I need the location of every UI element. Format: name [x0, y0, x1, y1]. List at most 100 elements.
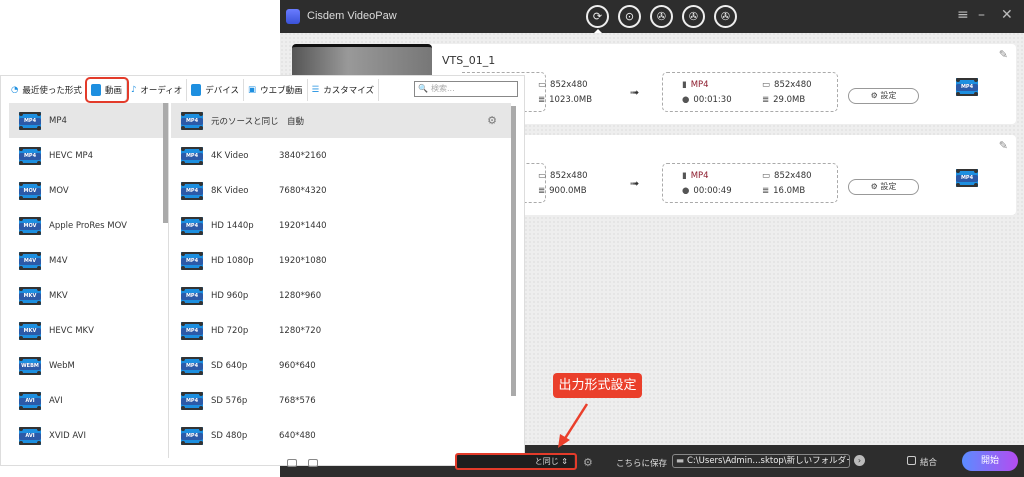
monitor-icon: ▭	[762, 171, 771, 181]
search-placeholder: 検索...	[431, 84, 455, 93]
preset-resolution: 1280*720	[279, 325, 322, 336]
format-badge: MP4	[181, 152, 203, 160]
video-edit-icon[interactable]: ✇	[682, 5, 705, 28]
start-button[interactable]: 開始	[962, 451, 1018, 471]
film-format-icon: MOV	[19, 181, 41, 200]
src_resolution-value: 852x480	[550, 80, 588, 90]
tab-label: オーディオ	[140, 86, 183, 96]
tab-3[interactable]: デバイス	[187, 79, 245, 101]
format-item[interactable]: MP4 HEVC MP4	[9, 138, 164, 173]
storage-icon: ≣	[538, 95, 546, 105]
arrow-right-icon: ➟	[630, 177, 640, 190]
preset-item[interactable]: MP4 SD 640p 960*640	[171, 348, 511, 383]
preset-item[interactable]: MP4 SD 480p 640*480	[171, 418, 511, 453]
tab-icon: ☰	[311, 85, 320, 95]
format-badge: MP4	[181, 432, 203, 440]
close-icon[interactable]: ✕	[1001, 7, 1013, 23]
preset-item[interactable]: MP4 SD 576p 768*576	[171, 383, 511, 418]
menu-icon[interactable]: ≡	[957, 7, 969, 23]
format-item[interactable]: MOV Apple ProRes MOV	[9, 208, 164, 243]
preset-list-scrollbar[interactable]	[511, 106, 516, 396]
tab-2[interactable]: ♪ オーディオ	[127, 79, 188, 101]
format-label: MKV	[49, 290, 68, 301]
preset-item[interactable]: MP4 元のソースと同じ 自動 ⚙	[171, 103, 511, 138]
info-src_size: ≣ 1023.0MB	[538, 95, 592, 105]
merge-checkbox[interactable]	[907, 456, 916, 465]
src_size-value: 1023.0MB	[549, 95, 593, 105]
minimize-icon[interactable]: –	[978, 7, 985, 23]
format-settings-gear-icon[interactable]: ⚙	[583, 456, 593, 469]
save-path-select[interactable]: ▬ C:\Users\Admin...sktop\新しいフォルダー	[672, 454, 850, 468]
preset-gear-icon[interactable]: ⚙	[487, 114, 497, 127]
preset-item[interactable]: MP4 HD 1440p 1920*1440	[171, 208, 511, 243]
tab-0[interactable]: ◔ 最近使った形式	[7, 79, 87, 101]
monitor-icon: ▭	[538, 171, 547, 181]
search-input[interactable]: 🔍 検索...	[414, 81, 518, 97]
preset-item[interactable]: MP4 HD 720p 1280*720	[171, 313, 511, 348]
info-dst_size: ≣ 29.0MB	[762, 95, 805, 105]
info-dst_duration: ● 00:00:49	[682, 186, 732, 196]
preset-item[interactable]: MP4 HD 960p 1280*960	[171, 278, 511, 313]
film-format-icon[interactable]: MP4	[956, 169, 978, 187]
search-icon: 🔍	[418, 84, 428, 93]
format-item[interactable]: MKV HEVC MKV	[9, 313, 164, 348]
convert-icon[interactable]: ⟳	[586, 5, 609, 28]
film-icon: ▮	[682, 80, 687, 90]
format-badge: MP4	[181, 292, 203, 300]
format-item[interactable]: MOV MOV	[9, 173, 164, 208]
settings-button[interactable]: ⚙ 設定	[848, 88, 919, 104]
settings-button[interactable]: ⚙ 設定	[848, 179, 919, 195]
format-item[interactable]: M4V M4V	[9, 243, 164, 278]
preset-resolution: 960*640	[279, 360, 316, 371]
video-download-icon[interactable]: ✇	[650, 5, 673, 28]
format-label: Apple ProRes MOV	[49, 220, 127, 231]
src_size-value: 900.0MB	[549, 186, 587, 196]
preset-item[interactable]: MP4 8K Video 7680*4320	[171, 173, 511, 208]
film-format-icon: MP4	[181, 146, 203, 165]
edit-pencil-icon[interactable]: ✎	[999, 139, 1008, 152]
merge-label: 結合	[920, 458, 938, 468]
format-badge: MP4	[181, 362, 203, 370]
format-badge: M4V	[19, 257, 41, 265]
format-label: AVI	[49, 395, 63, 406]
arrow-right-icon: ➟	[630, 86, 640, 99]
format-item[interactable]: WEBM WebM	[9, 348, 164, 383]
tab-icon	[191, 84, 202, 96]
dst_format-value: MP4	[690, 80, 709, 90]
preset-label: SD 576p	[211, 395, 248, 406]
video-compress-icon[interactable]: ✇	[714, 5, 737, 28]
film-format-icon: MP4	[181, 391, 203, 410]
format-list: MP4 MP4 MP4 HEVC MP4 MOV MOV MOV Apple ProRes M…	[9, 103, 164, 458]
format-label: HEVC MKV	[49, 325, 94, 336]
dvd-convert-icon[interactable]: ⊙	[618, 5, 641, 28]
tab-4[interactable]: ▣ ウエブ動画	[244, 79, 308, 101]
film-format-icon[interactable]: MP4	[956, 78, 978, 96]
format-badge: MOV	[19, 187, 41, 195]
tab-5[interactable]: ☰ カスタマイズ	[308, 79, 379, 101]
format-label: M4V	[49, 255, 68, 266]
preset-item[interactable]: MP4 HD 1080p 1920*1080	[171, 243, 511, 278]
format-item[interactable]: MP4 MP4	[9, 103, 164, 138]
save-path-value: C:\Users\Admin...sktop\新しいフォルダー	[687, 456, 850, 466]
film-format-icon: M4V	[19, 251, 41, 270]
view-toggle-icon[interactable]	[308, 459, 318, 467]
format-item[interactable]: AVI AVI	[9, 383, 164, 418]
format-item[interactable]: AVI XVID AVI	[9, 418, 164, 453]
film-format-icon: AVI	[19, 426, 41, 445]
format-badge: MP4	[19, 117, 41, 125]
film-format-icon: MKV	[19, 286, 41, 305]
info-src_resolution: ▭ 852x480	[538, 80, 588, 90]
tab-label: カスタマイズ	[323, 86, 374, 96]
src_resolution-value: 852x480	[550, 171, 588, 181]
film-format-icon: MP4	[181, 321, 203, 340]
tab-1[interactable]: 動画	[84, 77, 129, 103]
format-badge: MP4	[19, 152, 41, 160]
view-toggle-icon[interactable]	[287, 459, 297, 467]
format-item[interactable]: MKV MKV	[9, 278, 164, 313]
preset-resolution: 7680*4320	[279, 185, 327, 196]
edit-pencil-icon[interactable]: ✎	[999, 48, 1008, 61]
monitor-icon: ▭	[762, 80, 771, 90]
preset-item[interactable]: MP4 4K Video 3840*2160	[171, 138, 511, 173]
open-folder-icon[interactable]: ›	[854, 455, 865, 466]
gear-icon: ⚙	[870, 91, 881, 100]
